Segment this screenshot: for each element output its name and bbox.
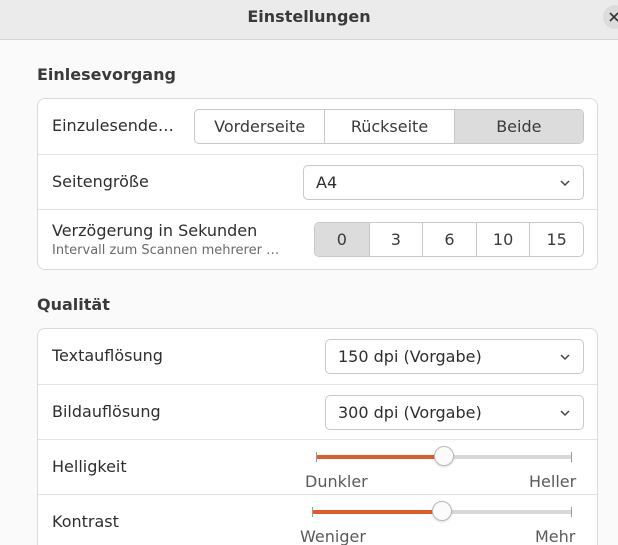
- delay-option-10[interactable]: 10: [475, 223, 530, 256]
- pages-option-front[interactable]: Vorderseite: [195, 110, 324, 143]
- contrast-row: Kontrast Weniger Mehr: [38, 494, 597, 545]
- delay-option-0[interactable]: 0: [315, 223, 369, 256]
- window-title: Einstellungen: [247, 7, 371, 26]
- image-resolution-label: Bildauflösung: [52, 402, 161, 421]
- brightness-label: Helligkeit: [52, 457, 127, 476]
- contrast-min-label: Weniger: [300, 527, 366, 545]
- brightness-knob[interactable]: [434, 446, 454, 466]
- pages-option-both[interactable]: Beide: [453, 110, 583, 143]
- text-resolution-label: Textauflösung: [52, 346, 163, 365]
- chevron-down-icon: [560, 354, 570, 361]
- contrast-knob[interactable]: [432, 501, 452, 521]
- scan-section-title: Einlesevorgang: [37, 65, 176, 84]
- contrast-label: Kontrast: [52, 512, 119, 531]
- page-size-label: Seitengröße: [52, 172, 149, 191]
- contrast-fill: [312, 510, 442, 514]
- delay-option-6[interactable]: 6: [422, 223, 476, 256]
- contrast-tick-max: [571, 507, 572, 517]
- delay-option-15[interactable]: 15: [529, 223, 583, 256]
- image-resolution-value: 300 dpi (Vorgabe): [338, 403, 482, 422]
- brightness-tick-min: [316, 452, 317, 462]
- close-icon: [609, 12, 618, 22]
- brightness-min-label: Dunkler: [305, 472, 368, 491]
- scan-settings-group: Einzulesende… Vorderseite Rückseite Beid…: [37, 98, 598, 270]
- pages-row: Einzulesende… Vorderseite Rückseite Beid…: [38, 99, 597, 154]
- delay-sublabel: Intervall zum Scannen mehrerer …: [52, 243, 280, 258]
- text-resolution-row: Textauflösung 150 dpi (Vorgabe): [38, 329, 597, 384]
- brightness-tick-max: [571, 452, 572, 462]
- text-resolution-dropdown[interactable]: 150 dpi (Vorgabe): [325, 339, 584, 374]
- delay-option-3[interactable]: 3: [368, 223, 423, 256]
- chevron-down-icon: [560, 410, 570, 417]
- image-resolution-row: Bildauflösung 300 dpi (Vorgabe): [38, 384, 597, 439]
- brightness-slider[interactable]: [316, 440, 572, 470]
- contrast-max-label: Mehr: [535, 527, 576, 545]
- quality-settings-group: Textauflösung 150 dpi (Vorgabe) Bildaufl…: [37, 328, 598, 545]
- brightness-fill: [316, 455, 444, 459]
- pages-option-back[interactable]: Rückseite: [324, 110, 453, 143]
- text-resolution-value: 150 dpi (Vorgabe): [338, 347, 482, 366]
- quality-section-title: Qualität: [37, 295, 110, 314]
- contrast-slider[interactable]: [312, 495, 572, 525]
- brightness-row: Helligkeit Dunkler Heller: [38, 439, 597, 494]
- page-size-value: A4: [316, 173, 338, 192]
- delay-row: Verzögerung in Sekunden Intervall zum Sc…: [38, 209, 597, 270]
- contrast-tick-min: [312, 507, 313, 517]
- chevron-down-icon: [560, 180, 570, 187]
- pages-segmented-control: Vorderseite Rückseite Beide: [194, 109, 584, 144]
- header-bar: Einstellungen: [0, 0, 618, 40]
- delay-segmented-control: 0 3 6 10 15: [314, 222, 584, 257]
- image-resolution-dropdown[interactable]: 300 dpi (Vorgabe): [325, 395, 584, 430]
- delay-label: Verzögerung in Sekunden: [52, 221, 258, 240]
- pages-label: Einzulesende…: [52, 116, 174, 135]
- page-size-row: Seitengröße A4: [38, 154, 597, 209]
- brightness-max-label: Heller: [529, 472, 577, 491]
- page-size-dropdown[interactable]: A4: [303, 165, 584, 200]
